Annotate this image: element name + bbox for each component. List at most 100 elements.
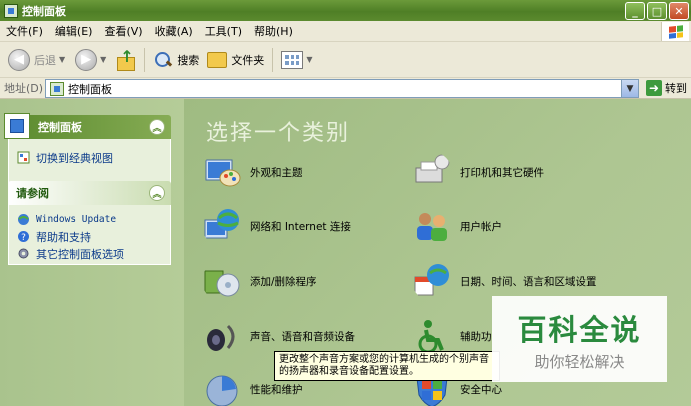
chevron-down-icon[interactable]: ▼ [59,55,65,64]
chevron-down-icon[interactable]: ▼ [100,55,106,64]
control-panel-section: 控制面板 ︽ 切换到经典视图 [4,113,171,185]
address-bar: 地址(D) 控制面板 ▼ ➜ 转到 [0,78,691,99]
control-panel-section-title: 控制面板 [38,121,82,134]
up-folder-button[interactable] [110,46,140,74]
folders-label: 文件夹 [231,53,265,67]
collapse-icon[interactable]: ︽ [149,119,165,135]
watermark-title: 百科全说 [517,312,642,347]
link-label: 切换到经典视图 [36,151,113,165]
windows-logo-icon [661,22,689,41]
classic-view-icon [17,151,30,164]
toolbar-separator [272,47,274,72]
control-panel-icon [4,3,18,18]
views-button[interactable]: ▼ [277,46,316,74]
collapse-icon[interactable]: ︽ [149,185,165,201]
task-pane: 控制面板 ︽ 切换到经典视图 请参阅 ︽ Windows Update ? 帮助… [0,99,184,406]
tooltip-line-1: 更改整个声音方案或您的计算机生成的个别声音 [279,354,489,365]
category-add-remove[interactable]: 添加/删除程序 [202,261,317,301]
category-label: 安全中心 [460,383,502,396]
category-label: 添加/删除程序 [250,275,317,288]
see-also-section-header[interactable]: 请参阅 ︽ [8,181,171,205]
go-button[interactable]: ➜ 转到 [646,80,687,96]
help-support-link[interactable]: ? 帮助和支持 [17,228,162,245]
other-options-link[interactable]: 其它控制面板选项 [17,245,162,262]
search-button[interactable]: 搜索 [149,46,203,74]
windows-update-link[interactable]: Windows Update [17,211,162,228]
back-arrow-icon: ◀ [8,48,30,71]
category-label: 外观和主题 [250,166,303,179]
tooltip: 更改整个声音方案或您的计算机生成的个别声音 的扬声器和录音设备配置设置。 [274,351,500,381]
link-label: Windows Update [36,214,117,225]
category-user-accounts[interactable]: 用户帐户 [412,206,502,246]
category-label: 辅助功 [460,330,492,343]
category-label: 声音、语音和音频设备 [250,330,355,343]
performance-maintenance-icon [206,375,238,406]
menu-help[interactable]: 帮助(H) [248,21,299,42]
control-panel-section-body: 切换到经典视图 [8,139,171,185]
search-icon [153,50,173,70]
close-button[interactable]: ✕ [669,2,689,20]
menu-tools[interactable]: 工具(T) [199,21,248,42]
category-label: 网络和 Internet 连接 [250,220,351,233]
folders-button[interactable]: 文件夹 [203,46,268,74]
control-panel-section-header[interactable]: 控制面板 ︽ [4,113,171,139]
menu-edit[interactable]: 编辑(E) [49,21,99,42]
help-icon: ? [18,231,29,243]
network-internet-icon [204,209,239,239]
windows-update-icon [18,214,29,225]
link-label: 帮助和支持 [36,230,91,244]
folder-icon [207,51,228,68]
up-folder-icon [114,47,136,71]
chevron-down-icon[interactable]: ▼ [306,55,312,64]
see-also-section: 请参阅 ︽ Windows Update ? 帮助和支持 其它控制面板选项 [8,181,171,265]
add-remove-programs-icon [204,270,240,297]
toolbar: ◀ 后退 ▼ ▶ ▼ 搜索 文件夹 ▼ [0,42,691,78]
tooltip-line-2: 的扬声器和录音设备配置设置。 [279,366,419,377]
gear-icon [18,248,29,259]
speaker-icon [207,324,235,351]
go-arrow-icon: ➜ [646,80,662,96]
window-title: 控制面板 [22,4,66,18]
views-icon [281,50,304,69]
svg-text:?: ? [21,233,26,243]
switch-classic-view-link[interactable]: 切换到经典视图 [17,149,162,166]
address-label: 地址(D) [4,82,44,95]
watermark-subtitle: 助你轻松解决 [534,352,625,371]
category-label: 日期、时间、语言和区域设置 [460,275,597,288]
address-value: 控制面板 [68,82,112,96]
control-panel-large-icon [4,113,30,139]
back-label: 后退 [34,53,56,67]
watermark: 百科全说 助你轻松解决 [492,296,667,382]
address-input[interactable]: 控制面板 ▼ [45,79,639,98]
appearance-themes-icon [205,159,241,187]
category-date-time-region[interactable]: 日期、时间、语言和区域设置 [412,261,597,301]
address-dropdown-icon[interactable]: ▼ [621,80,638,97]
forward-button[interactable]: ▶ ▼ [69,46,110,74]
toolbar-separator [144,47,146,72]
menu-bar: 文件(F) 编辑(E) 查看(V) 收藏(A) 工具(T) 帮助(H) [0,21,691,42]
printer-icon [415,154,450,183]
minimize-button[interactable]: _ [625,2,645,20]
control-panel-icon [50,81,64,96]
back-button[interactable]: ◀ 后退 ▼ [4,46,69,74]
page-title: 选择一个类别 [206,121,351,146]
menu-file[interactable]: 文件(F) [0,21,49,42]
title-bar: 控制面板 _ □ ✕ [0,0,691,21]
see-also-section-body: Windows Update ? 帮助和支持 其它控制面板选项 [8,205,171,265]
menu-favorites[interactable]: 收藏(A) [149,21,199,42]
link-label: 其它控制面板选项 [36,247,124,261]
user-accounts-icon [417,213,447,241]
category-label: 用户帐户 [460,220,502,233]
category-sounds[interactable]: 声音、语音和音频设备 [202,316,355,356]
menu-view[interactable]: 查看(V) [98,21,148,42]
category-label: 打印机和其它硬件 [460,166,544,179]
window-controls: _ □ ✕ [625,2,689,20]
category-accessibility[interactable]: 辅助功 [412,316,492,356]
accessibility-icon [418,320,444,354]
maximize-button[interactable]: □ [647,2,667,20]
date-time-globe-icon [414,264,449,296]
category-label: 性能和维护 [250,383,303,396]
category-printers[interactable]: 打印机和其它硬件 [412,152,544,192]
category-appearance[interactable]: 外观和主题 [202,152,303,192]
category-network[interactable]: 网络和 Internet 连接 [202,206,351,246]
